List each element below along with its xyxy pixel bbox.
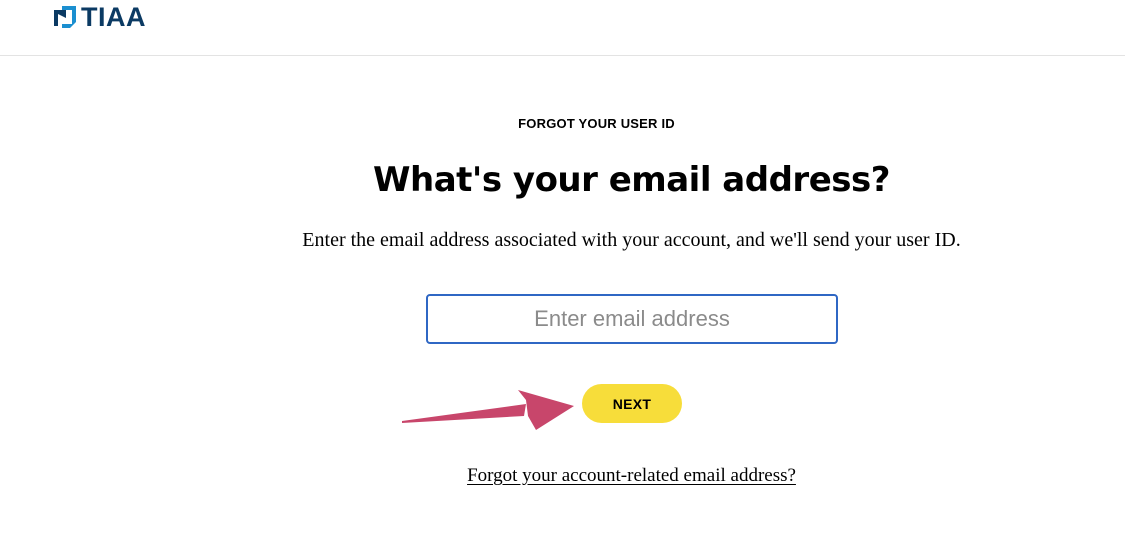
logo-text: TIAA: [81, 2, 146, 32]
site-header: TIAA: [0, 0, 1125, 56]
email-input[interactable]: [426, 294, 838, 344]
page-title: What's your email address?: [373, 160, 890, 200]
next-button[interactable]: NEXT: [582, 384, 682, 423]
annotation-arrow: [402, 390, 574, 430]
page-subtitle: Enter the email address associated with …: [302, 229, 961, 251]
tiaa-logo-icon: [54, 6, 76, 28]
forgot-email-link-container: Forgot your account-related email addres…: [0, 462, 1125, 490]
page-eyebrow: FORGOT YOUR USER ID: [518, 116, 675, 131]
forgot-email-link[interactable]: Forgot your account-related email addres…: [467, 465, 796, 486]
tiaa-logo[interactable]: TIAA: [52, 2, 146, 32]
